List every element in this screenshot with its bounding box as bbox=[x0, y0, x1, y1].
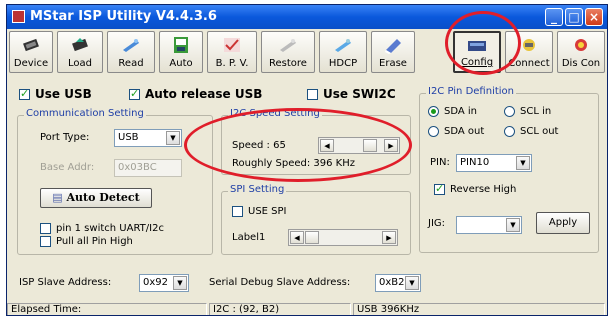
auto-button[interactable]: Auto bbox=[159, 31, 203, 73]
read-icon bbox=[123, 39, 139, 52]
isp-slave-address-select[interactable]: 0x92 ▼ bbox=[139, 274, 189, 292]
auto-release-usb-checkbox[interactable]: Auto release USB bbox=[129, 87, 262, 101]
chevron-down-icon: ▼ bbox=[506, 218, 520, 232]
scl-out-radio[interactable]: SCL out bbox=[504, 126, 558, 137]
scroll-left-icon[interactable]: ◀ bbox=[290, 231, 304, 244]
pin1-switch-checkbox[interactable]: pin 1 switch UART/I2c bbox=[40, 223, 164, 234]
pin-label: PIN: bbox=[430, 157, 450, 168]
window-title: MStar ISP Utility V4.4.3.6 bbox=[30, 9, 217, 24]
communication-setting-group: Communication Setting Port Type: USB ▼ Ba… bbox=[17, 108, 213, 255]
disconnect-button[interactable]: Dis Con bbox=[557, 31, 605, 73]
speed-label: Speed : 65 bbox=[232, 140, 286, 151]
minimize-button[interactable]: _ bbox=[545, 8, 563, 26]
use-swi2c-checkbox[interactable]: Use SWI2C bbox=[307, 87, 396, 101]
jig-label: JIG: bbox=[428, 218, 446, 229]
auto-icon bbox=[174, 37, 188, 53]
bpv-button[interactable]: B. P. V. bbox=[207, 31, 257, 73]
sda-in-radio[interactable]: SDA in bbox=[428, 106, 477, 117]
chevron-down-icon: ▼ bbox=[173, 276, 187, 290]
pin-select[interactable]: PIN10 ▼ bbox=[456, 154, 532, 172]
toolbar: Device Load Read Auto B. P. V. Restore H… bbox=[9, 31, 605, 75]
chip-icon bbox=[23, 38, 39, 52]
disconnect-icon bbox=[575, 39, 587, 51]
base-addr-label: Base Addr: bbox=[40, 162, 95, 173]
isp-slave-address-label: ISP Slave Address: bbox=[19, 277, 112, 288]
title-bar[interactable]: MStar ISP Utility V4.4.3.6 _ □ × bbox=[7, 5, 607, 29]
apply-button[interactable]: Apply bbox=[536, 212, 590, 234]
use-spi-checkbox[interactable]: USE SPI bbox=[232, 206, 287, 217]
maximize-button[interactable]: □ bbox=[565, 8, 583, 26]
restore-button[interactable]: Restore bbox=[261, 31, 315, 73]
config-icon bbox=[468, 41, 486, 51]
app-icon bbox=[12, 10, 25, 23]
config-button[interactable]: Config bbox=[453, 31, 501, 73]
i2c-pin-definition-group: I2C Pin Definition SDA in SCL in SDA out… bbox=[419, 86, 599, 253]
app-window: MStar ISP Utility V4.4.3.6 _ □ × Device … bbox=[6, 4, 608, 316]
auto-detect-button[interactable]: ▤ Auto Detect bbox=[40, 188, 152, 208]
jig-select[interactable]: ▼ bbox=[456, 216, 522, 234]
reverse-high-checkbox[interactable]: Reverse High bbox=[434, 182, 516, 195]
port-type-label: Port Type: bbox=[40, 132, 90, 143]
pull-all-pin-checkbox[interactable]: Pull all Pin High bbox=[40, 236, 133, 247]
serial-debug-address-select[interactable]: 0xB2 ▼ bbox=[375, 274, 421, 292]
spi-thumb[interactable] bbox=[305, 231, 319, 244]
close-button[interactable]: × bbox=[585, 8, 603, 26]
chevron-down-icon: ▼ bbox=[516, 156, 530, 170]
hdcp-button[interactable]: HDCP bbox=[319, 31, 367, 73]
restore-icon bbox=[280, 39, 296, 52]
spi-slider[interactable]: ◀ ▶ bbox=[288, 229, 398, 246]
port-type-select[interactable]: USB ▼ bbox=[114, 129, 182, 147]
chevron-down-icon: ▼ bbox=[166, 131, 180, 145]
check-icon bbox=[224, 38, 240, 52]
speed-slider[interactable]: ◀ ▶ bbox=[318, 137, 400, 154]
connect-button[interactable]: Connect bbox=[505, 31, 553, 73]
eraser-icon bbox=[385, 39, 401, 54]
erase-button[interactable]: Erase bbox=[371, 31, 415, 73]
base-addr-input[interactable]: 0x03BC bbox=[114, 159, 182, 177]
read-button[interactable]: Read bbox=[107, 31, 155, 73]
label1-text: Label1 bbox=[232, 232, 266, 243]
scroll-left-icon[interactable]: ◀ bbox=[320, 139, 334, 152]
scroll-right-icon[interactable]: ▶ bbox=[382, 231, 396, 244]
spi-setting-group: SPI Setting USE SPI Label1 ◀ ▶ bbox=[221, 184, 411, 255]
chevron-down-icon: ▼ bbox=[405, 276, 419, 290]
i2c-speed-group: I2C Speed Setting Speed : 65 ◀ ▶ Roughly… bbox=[221, 108, 411, 175]
serial-debug-address-label: Serial Debug Slave Address: bbox=[209, 277, 351, 288]
elapsed-time: Elapsed Time: bbox=[7, 303, 207, 315]
detect-icon: ▤ bbox=[52, 191, 67, 204]
usb-status: USB 396KHz bbox=[353, 303, 605, 315]
config-panel: Use USB Auto release USB Use SWI2C Commu… bbox=[9, 77, 605, 301]
speed-thumb[interactable] bbox=[363, 139, 377, 152]
device-button[interactable]: Device bbox=[9, 31, 53, 73]
connect-icon bbox=[523, 39, 535, 51]
status-bar: Elapsed Time: I2C : (92, B2) USB 396KHz bbox=[7, 303, 607, 315]
i2c-status: I2C : (92, B2) bbox=[209, 303, 351, 315]
use-usb-checkbox[interactable]: Use USB bbox=[19, 87, 92, 101]
chip-load-icon bbox=[72, 38, 88, 52]
speed-value: 65 bbox=[273, 140, 286, 151]
scl-in-radio[interactable]: SCL in bbox=[504, 106, 551, 117]
roughly-speed-text: Roughly Speed: 396 KHz bbox=[232, 158, 356, 169]
sda-out-radio[interactable]: SDA out bbox=[428, 126, 484, 137]
scroll-right-icon[interactable]: ▶ bbox=[384, 139, 398, 152]
load-button[interactable]: Load bbox=[57, 31, 103, 73]
hdcp-icon bbox=[335, 39, 351, 52]
